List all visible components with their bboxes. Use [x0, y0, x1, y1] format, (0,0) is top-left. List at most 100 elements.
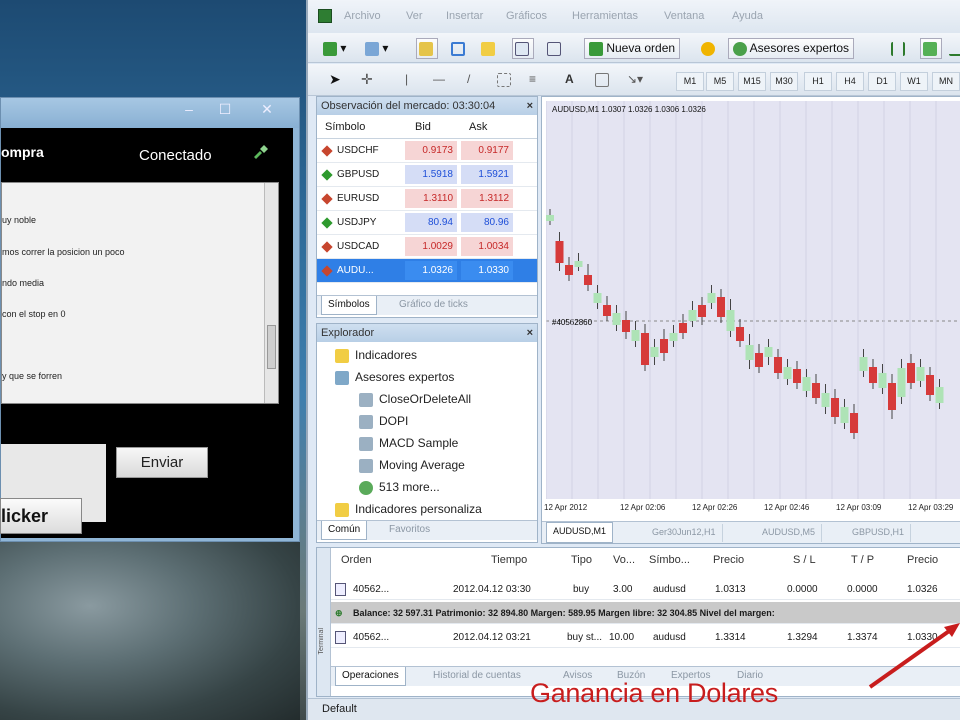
- menu-herramientas[interactable]: Herramientas: [572, 10, 638, 22]
- line-chart-button[interactable]: [948, 38, 960, 59]
- chart-plot[interactable]: #40562860 AUDUSD,M1 1.0307 1.0326 1.0306…: [546, 101, 960, 499]
- chat-scrollbar[interactable]: [264, 183, 278, 403]
- col-volume[interactable]: Vo...: [613, 554, 635, 566]
- candlestick-button[interactable]: [920, 38, 942, 59]
- col-order[interactable]: Orden: [341, 554, 372, 566]
- channel-tool[interactable]: [496, 69, 512, 90]
- timeframe-m30[interactable]: M30: [770, 72, 798, 91]
- chart-tab-gbpusd-h1[interactable]: GBPUSD,H1: [846, 524, 912, 542]
- timeframe-h4[interactable]: H4: [836, 72, 864, 91]
- new-chart-button[interactable]: ▾: [322, 38, 347, 59]
- nav-item-custom-indicators[interactable]: Indicadores personaliza: [335, 502, 482, 517]
- horizontal-line-tool[interactable]: —: [432, 69, 446, 90]
- tab-operations[interactable]: Operaciones: [335, 667, 406, 686]
- menu-ayuda[interactable]: Ayuda: [732, 10, 763, 22]
- menu-insertar[interactable]: Insertar: [446, 10, 483, 22]
- col-sl[interactable]: S / L: [793, 554, 816, 566]
- market-watch-row[interactable]: USDCAD 1.0029 1.0034: [317, 235, 537, 259]
- navigator-tabs: Común Favoritos: [317, 520, 537, 540]
- profiles-button[interactable]: ▾: [364, 38, 389, 59]
- nav-item-moving-average[interactable]: Moving Average: [359, 458, 465, 473]
- chart-tab-audusd-m1[interactable]: AUDUSD,M1: [546, 522, 614, 543]
- menu-archivo[interactable]: Archivo: [344, 10, 381, 22]
- col-current-price[interactable]: Precio: [907, 554, 938, 566]
- timeframe-m15[interactable]: M15: [738, 72, 766, 91]
- nav-item-label: MACD Sample: [379, 436, 459, 450]
- chat-log[interactable]: uy noble mos correr la posicion un poco …: [1, 182, 279, 404]
- market-watch-button[interactable]: [416, 38, 438, 59]
- col-time[interactable]: Tiempo: [491, 554, 527, 566]
- text-tool[interactable]: A: [564, 69, 575, 90]
- timeframe-d1[interactable]: D1: [868, 72, 896, 91]
- col-symbol[interactable]: Símbolo: [325, 121, 365, 133]
- tab-favorites[interactable]: Favoritos: [383, 521, 436, 540]
- chart-tab-ger30-h1[interactable]: Ger30Jun12,H1: [646, 524, 723, 542]
- market-watch-row[interactable]: EURUSD 1.3110 1.3112: [317, 187, 537, 211]
- timeframe-m5[interactable]: M5: [706, 72, 734, 91]
- tab-tick-chart[interactable]: Gráfico de ticks: [393, 296, 474, 315]
- symbol-status-icon: [321, 145, 333, 157]
- table-row[interactable]: 40562... 2012.04.12 03:30 buy 3.00 audus…: [331, 578, 960, 600]
- tab-account-history[interactable]: Historial de cuentas: [427, 667, 527, 686]
- close-button[interactable]: ✕: [255, 101, 279, 118]
- tab-symbols[interactable]: Símbolos: [321, 296, 377, 315]
- fibonacci-tool[interactable]: ≡: [528, 69, 537, 90]
- close-icon[interactable]: ×: [527, 97, 533, 115]
- crosshair-tool[interactable]: ✛: [360, 69, 374, 90]
- col-symbol[interactable]: Símbo...: [649, 554, 690, 566]
- nav-item-macd-sample[interactable]: MACD Sample: [359, 436, 458, 451]
- tester-button[interactable]: [546, 38, 562, 59]
- market-watch-row[interactable]: USDJPY 80.94 80.96: [317, 211, 537, 235]
- scroll-thumb[interactable]: [267, 325, 276, 369]
- col-ask[interactable]: Ask: [469, 121, 487, 133]
- send-button[interactable]: Enviar: [116, 447, 208, 478]
- chart-tab-audusd-m5[interactable]: AUDUSD,M5: [756, 524, 823, 542]
- close-icon[interactable]: ×: [527, 324, 533, 342]
- nav-item-expert-advisors[interactable]: Asesores expertos: [335, 370, 454, 385]
- expert-advisors-button[interactable]: Asesores expertos: [728, 38, 855, 59]
- new-order-button[interactable]: Nueva orden: [584, 38, 681, 59]
- nav-item-more[interactable]: 513 more...: [359, 480, 440, 495]
- maximize-button[interactable]: ☐: [213, 101, 237, 118]
- metatrader-window: Archivo Ver Insertar Gráficos Herramient…: [306, 0, 960, 720]
- cursor-tool[interactable]: ➤: [328, 69, 342, 90]
- timeframe-mn[interactable]: MN: [932, 72, 960, 91]
- vertical-line-tool[interactable]: |: [404, 69, 409, 90]
- timeframe-w1[interactable]: W1: [900, 72, 928, 91]
- symbol-status-icon: [321, 169, 333, 181]
- col-bid[interactable]: Bid: [415, 121, 431, 133]
- candle-body: [555, 241, 564, 263]
- market-watch-row[interactable]: USDCHF 0.9173 0.9177: [317, 139, 537, 163]
- label-tool[interactable]: [594, 69, 610, 90]
- timeframe-m1[interactable]: M1: [676, 72, 704, 91]
- navigator-button[interactable]: [480, 38, 496, 59]
- bar-chart-button[interactable]: [890, 38, 906, 59]
- arrows-tool[interactable]: ↘▾: [626, 69, 644, 90]
- ask-price: 1.5921: [461, 165, 513, 184]
- tab-common[interactable]: Común: [321, 521, 368, 540]
- terminal-button[interactable]: [512, 38, 534, 59]
- clicker-button[interactable]: licker: [0, 498, 82, 534]
- chat-titlebar[interactable]: – ☐ ✕: [1, 98, 299, 128]
- menu-ver[interactable]: Ver: [406, 10, 423, 22]
- nav-item-indicators[interactable]: Indicadores: [335, 348, 417, 363]
- menu-ventana[interactable]: Ventana: [664, 10, 704, 22]
- col-type[interactable]: Tipo: [571, 554, 592, 566]
- timeframe-h1[interactable]: H1: [804, 72, 832, 91]
- chart-window: #40562860 AUDUSD,M1 1.0307 1.0326 1.0306…: [541, 96, 960, 544]
- trendline-tool[interactable]: /: [466, 69, 471, 90]
- cursor-icon: ➤: [329, 71, 341, 87]
- nav-item-dopi[interactable]: DOPI: [359, 414, 408, 429]
- menu-graficos[interactable]: Gráficos: [506, 10, 547, 22]
- col-tp[interactable]: T / P: [851, 554, 874, 566]
- market-watch-row[interactable]: AUDU... 1.0326 1.0330: [317, 259, 537, 283]
- candle-body: [802, 377, 811, 391]
- bar-chart-icon: [891, 41, 905, 56]
- terminal-side-tab[interactable]: Terminal: [317, 548, 331, 696]
- minimize-button[interactable]: –: [177, 101, 201, 117]
- metaeditor-button[interactable]: [700, 38, 716, 59]
- market-watch-row[interactable]: GBPUSD 1.5918 1.5921: [317, 163, 537, 187]
- col-price[interactable]: Precio: [713, 554, 744, 566]
- data-window-button[interactable]: [450, 38, 466, 59]
- nav-item-closeordeleteall[interactable]: CloseOrDeleteAll: [359, 392, 471, 407]
